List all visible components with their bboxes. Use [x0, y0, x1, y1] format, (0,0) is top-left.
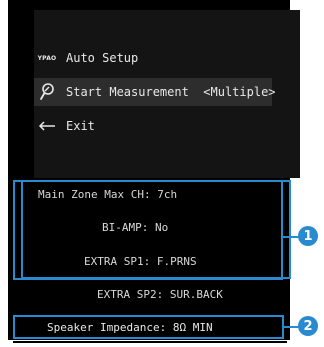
start-measurement-label: Start Measurement <Multiple>: [66, 85, 276, 99]
speaker-impedance: Speaker Impedance: 8Ω MIN: [47, 321, 213, 334]
ypao-logo-icon: YPAO: [37, 54, 57, 62]
exit-label: Exit: [66, 119, 95, 133]
speaker-config-frame: [13, 180, 283, 280]
callout-1: 1: [298, 226, 318, 246]
return-arrow-icon: [34, 112, 60, 140]
exit-item[interactable]: Exit: [34, 112, 272, 140]
auto-setup-menu: YPAO Auto Setup Start Measurement <Multi…: [34, 10, 300, 178]
divider-line: [13, 341, 287, 343]
start-measurement-item[interactable]: Start Measurement <Multiple>: [34, 78, 276, 106]
auto-setup-title: YPAO Auto Setup: [34, 44, 272, 72]
extra-sp2-setting: EXTRA SP2: SUR.BACK: [97, 288, 223, 301]
speaker-impedance-frame: Speaker Impedance: 8Ω MIN: [13, 315, 284, 339]
callout-2: 2: [298, 316, 318, 336]
microphone-icon: [34, 78, 60, 106]
menu-title: Auto Setup: [66, 51, 139, 65]
